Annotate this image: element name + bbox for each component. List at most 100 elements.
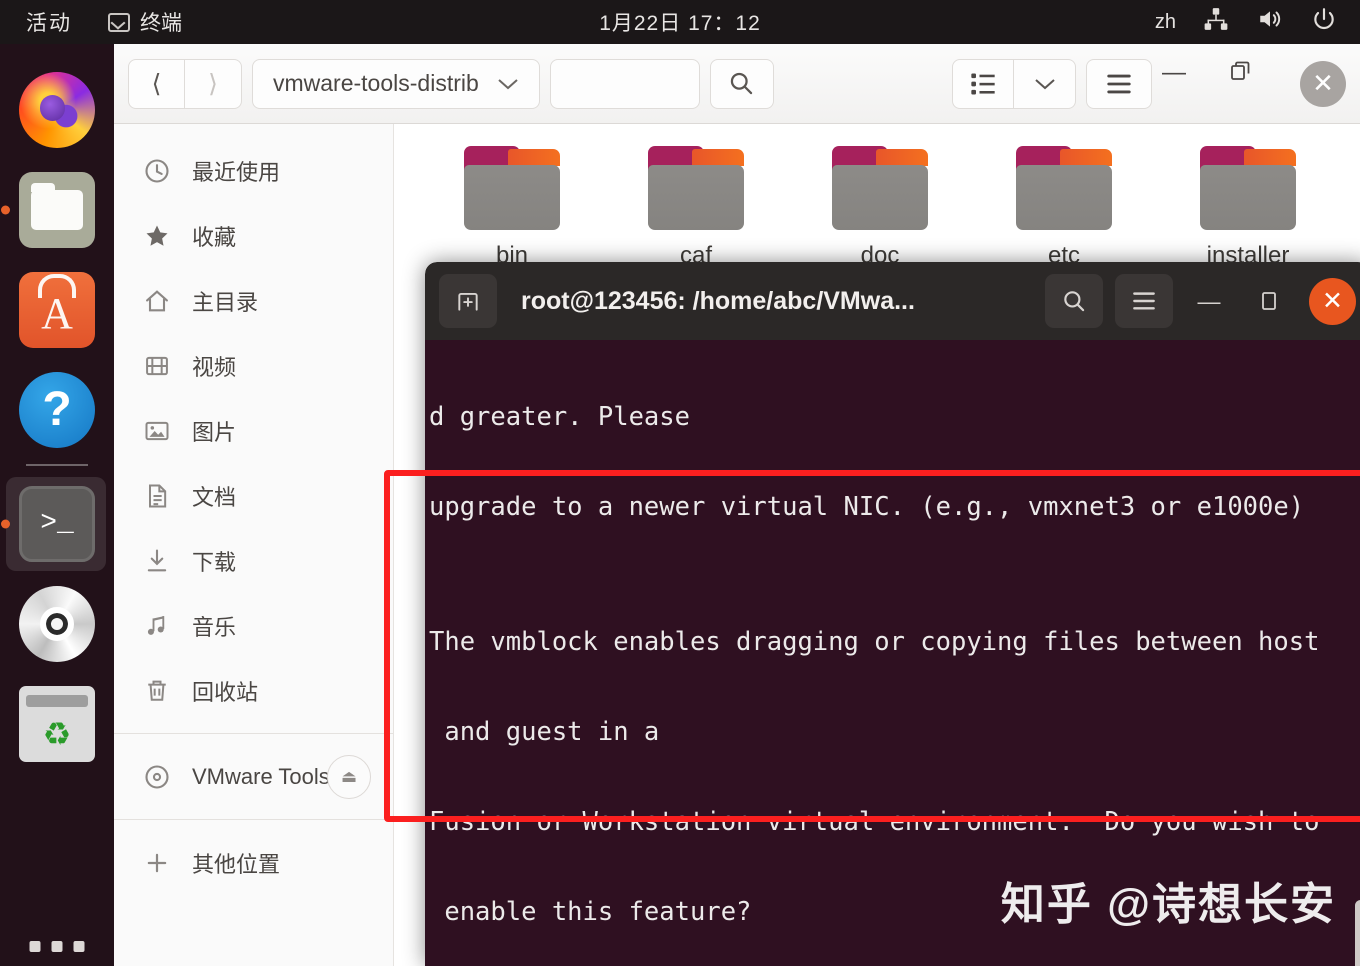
chevron-down-icon bbox=[497, 70, 519, 97]
terminal-line: The vmblock enables dragging or copying … bbox=[429, 627, 1320, 657]
back-button[interactable]: ⟨ bbox=[128, 58, 185, 109]
view-options-chevron-down-icon[interactable] bbox=[1014, 58, 1076, 109]
new-tab-icon[interactable] bbox=[439, 274, 497, 328]
sidebar-item-label: 回收站 bbox=[192, 679, 259, 705]
power-icon[interactable] bbox=[1310, 6, 1338, 38]
terminal-window: root@123456: /home/abc/VMwa... — ✕ d gre… bbox=[425, 262, 1360, 966]
dock-item-vmware-tools-disc[interactable] bbox=[0, 574, 114, 674]
plus-icon bbox=[142, 848, 172, 878]
star-icon bbox=[142, 221, 172, 251]
sidebar-item-music[interactable]: 音乐 bbox=[114, 593, 393, 658]
folder-icon bbox=[648, 146, 744, 230]
hamburger-menu-icon[interactable] bbox=[1086, 58, 1152, 109]
trash-icon bbox=[142, 676, 172, 706]
sidebar-item-pictures[interactable]: 图片 bbox=[114, 398, 393, 463]
folder-item[interactable]: bin bbox=[420, 146, 604, 270]
search-input[interactable] bbox=[549, 58, 700, 109]
keyboard-layout-indicator[interactable]: zh bbox=[1155, 11, 1176, 34]
desktop-screen: 活动 终端 1月22日 17：12 zh A ? >_ ♻ ⟨ ⟩ vmware… bbox=[0, 0, 1360, 966]
terminal-scrollbar[interactable] bbox=[1355, 900, 1360, 966]
sidebar-item-label: 视频 bbox=[192, 354, 237, 380]
maximize-button[interactable] bbox=[1245, 277, 1293, 325]
disc-icon bbox=[142, 762, 172, 792]
topbar-app-menu[interactable]: 终端 bbox=[94, 7, 196, 37]
top-bar: 活动 终端 1月22日 17：12 zh bbox=[0, 0, 1360, 44]
sidebar-item-label: 图片 bbox=[192, 419, 237, 445]
sidebar-item-label: 文档 bbox=[192, 484, 237, 510]
eject-icon[interactable]: ⏏ bbox=[327, 754, 371, 799]
volume-icon[interactable] bbox=[1256, 6, 1284, 38]
folder-item[interactable]: doc bbox=[788, 146, 972, 270]
sidebar-item-documents[interactable]: 文档 bbox=[114, 463, 393, 528]
watermark: 知乎 @诗想长安 bbox=[1000, 880, 1336, 929]
sidebar-item-label: 其他位置 bbox=[192, 851, 281, 877]
folder-item[interactable]: installer bbox=[1156, 146, 1340, 270]
restore-button[interactable] bbox=[1228, 59, 1284, 109]
sidebar-divider bbox=[114, 733, 393, 734]
sidebar-item-label: 收藏 bbox=[192, 224, 237, 250]
home-icon bbox=[142, 286, 172, 316]
trash-icon: ♻ bbox=[19, 686, 95, 762]
folder-icon bbox=[1200, 146, 1296, 230]
running-indicator bbox=[1, 205, 10, 215]
terminal-line: and guest in a bbox=[429, 717, 660, 747]
minimize-button[interactable]: — bbox=[1162, 59, 1218, 109]
files-icon bbox=[19, 172, 95, 248]
network-icon[interactable] bbox=[1202, 6, 1230, 38]
breadcrumb-label: vmware-tools-distrib bbox=[273, 70, 479, 96]
dock-divider bbox=[26, 464, 88, 466]
breadcrumb-path-button[interactable]: vmware-tools-distrib bbox=[252, 58, 540, 109]
dock: A ? >_ ♻ bbox=[0, 44, 114, 966]
dock-item-files[interactable] bbox=[0, 160, 114, 260]
terminal-line: Fusion or Workstation virtual environmen… bbox=[429, 807, 1320, 837]
sidebar-item-videos[interactable]: 视频 bbox=[114, 333, 393, 398]
terminal-line: d greater. Please bbox=[429, 402, 690, 432]
sidebar-item-vmware-tools[interactable]: VMware Tools ⏏ bbox=[114, 744, 393, 809]
disc-icon bbox=[19, 586, 95, 662]
activities-button[interactable]: 活动 bbox=[0, 7, 94, 37]
hamburger-menu-icon[interactable] bbox=[1115, 274, 1173, 328]
document-icon bbox=[142, 481, 172, 511]
folder-grid: bin caf doc etc installer bbox=[420, 146, 1340, 270]
help-icon: ? bbox=[19, 372, 95, 448]
sidebar-item-other-locations[interactable]: 其他位置 bbox=[114, 830, 393, 895]
close-button[interactable]: ✕ bbox=[1309, 277, 1356, 325]
folder-icon bbox=[832, 146, 928, 230]
dock-item-help[interactable]: ? bbox=[0, 360, 114, 460]
show-applications-icon[interactable] bbox=[29, 941, 85, 952]
sidebar-item-home[interactable]: 主目录 bbox=[114, 268, 393, 333]
sidebar-divider bbox=[114, 819, 393, 820]
minimize-button[interactable]: — bbox=[1185, 277, 1233, 325]
terminal-line: upgrade to a newer virtual NIC. (e.g., v… bbox=[429, 492, 1305, 522]
sidebar-item-label: 主目录 bbox=[192, 289, 259, 315]
terminal-title-bar[interactable]: root@123456: /home/abc/VMwa... — ✕ bbox=[425, 262, 1360, 340]
sidebar-item-starred[interactable]: 收藏 bbox=[114, 203, 393, 268]
dock-item-trash[interactable]: ♻ bbox=[0, 674, 114, 774]
search-icon[interactable] bbox=[1045, 274, 1103, 328]
sidebar-item-label: 下载 bbox=[192, 549, 237, 575]
sidebar-item-downloads[interactable]: 下载 bbox=[114, 528, 393, 593]
dock-item-firefox[interactable] bbox=[0, 60, 114, 160]
file-manager-toolbar: ⟨ ⟩ vmware-tools-distrib — ✕ bbox=[114, 44, 1360, 124]
folder-icon bbox=[1016, 146, 1112, 230]
status-menu[interactable]: zh bbox=[1155, 6, 1360, 38]
view-mode-group bbox=[952, 58, 1076, 109]
dock-item-ubuntu-software[interactable]: A bbox=[0, 260, 114, 360]
download-icon bbox=[142, 546, 172, 576]
sidebar-item-trash[interactable]: 回收站 bbox=[114, 658, 393, 723]
file-manager-sidebar: 最近使用 收藏 主目录 视频 图片 文档 下载 音乐 回收站 VMware To… bbox=[114, 124, 394, 966]
folder-icon bbox=[464, 146, 560, 230]
video-icon bbox=[142, 351, 172, 381]
navigation-buttons: ⟨ ⟩ bbox=[128, 58, 242, 109]
list-view-icon[interactable] bbox=[952, 58, 1014, 109]
sidebar-item-recent[interactable]: 最近使用 bbox=[114, 138, 393, 203]
sidebar-item-label: 最近使用 bbox=[192, 159, 281, 185]
dock-item-terminal[interactable]: >_ bbox=[0, 474, 114, 574]
forward-button[interactable]: ⟩ bbox=[185, 58, 242, 109]
sidebar-item-label: 音乐 bbox=[192, 614, 237, 640]
folder-item[interactable]: etc bbox=[972, 146, 1156, 270]
terminal-icon: >_ bbox=[19, 486, 95, 562]
folder-item[interactable]: caf bbox=[604, 146, 788, 270]
close-button[interactable]: ✕ bbox=[1300, 60, 1346, 107]
search-icon[interactable] bbox=[709, 58, 774, 109]
